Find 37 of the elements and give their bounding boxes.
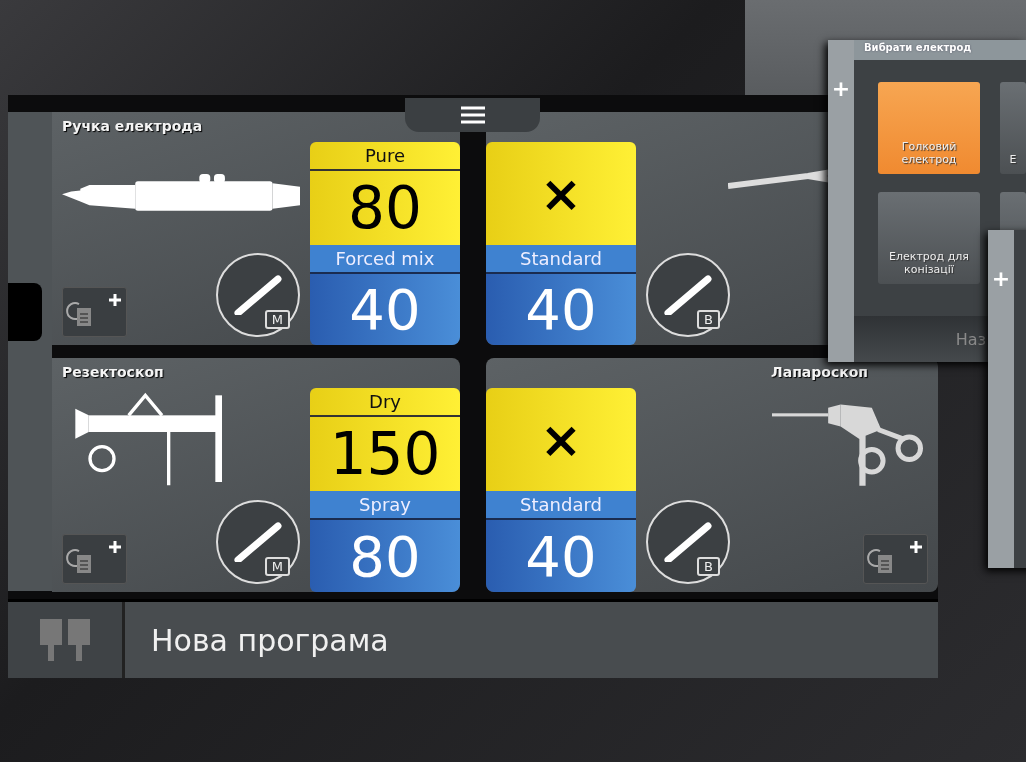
cut-power-value: × (539, 163, 583, 225)
instrument-panel[interactable]: Лапароскоп B × Standard 40 (486, 358, 938, 592)
coag-mode-label: Forced mix (310, 245, 460, 274)
coag-mode-label: Standard (486, 491, 636, 520)
badge-letter: M (264, 557, 290, 576)
accessory-add-button[interactable] (62, 287, 127, 337)
cut-power-value: 80 (347, 173, 423, 244)
plus-icon (910, 541, 922, 553)
badge-letter: B (697, 557, 720, 576)
instrument-label: Лапароскоп (771, 364, 868, 382)
menu-button[interactable] (405, 98, 540, 132)
coag-power-value: 40 (524, 522, 598, 591)
cut-mode-label: Pure (310, 142, 460, 171)
menu-icon (459, 105, 486, 125)
accessory-add-button[interactable] (863, 534, 928, 584)
coag-power-value: 40 (348, 276, 422, 344)
plus-icon (109, 294, 121, 306)
window-title: Вибрати електрод (854, 40, 1026, 60)
coag-mode-label: Standard (486, 245, 636, 274)
plus-icon (109, 541, 121, 553)
cut-mode-label: Dry (310, 388, 460, 417)
badge-letter: B (697, 310, 720, 329)
electrode-tile[interactable]: Електрод для конізації (878, 192, 980, 284)
coag-power-value: 40 (524, 276, 598, 344)
cut-power-value: × (539, 409, 583, 471)
program-name: Нова програма (150, 621, 389, 660)
accessory-add-button[interactable] (62, 534, 127, 584)
instrument-panel[interactable]: Резектоскоп M Dry 150 Spray 80 (52, 358, 460, 592)
cut-power-value: 150 (328, 419, 442, 490)
electrode-tile[interactable]: Е (1000, 82, 1026, 174)
instrument-label: Резектоскоп (62, 364, 165, 382)
program-button[interactable] (8, 602, 125, 678)
badge-letter: M (264, 310, 290, 329)
instrument-panel[interactable]: Ручка електрода M Pure 80 Forced mix 40 (52, 112, 460, 345)
instrument-label: Ручка електрода (62, 118, 204, 136)
coag-mode-label: Spray (310, 491, 460, 520)
coag-power-value: 80 (348, 522, 422, 591)
